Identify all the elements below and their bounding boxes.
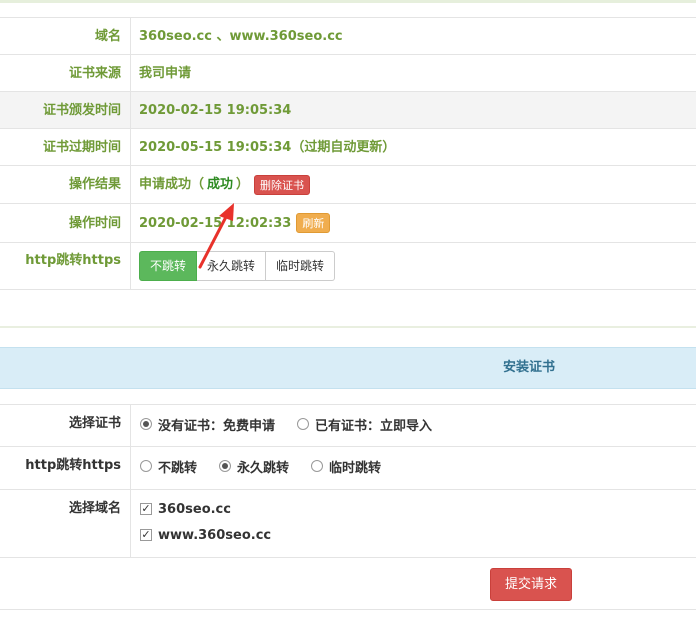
install-redirect-label: http跳转https <box>0 447 131 489</box>
source-row: 证书来源 我司申请 <box>0 55 696 92</box>
optime-text: 2020-02-15 12:02:33 <box>139 215 292 231</box>
result-suffix: ） <box>236 176 250 192</box>
install-redirect-row: http跳转https 不跳转 永久跳转 临时跳转 <box>0 447 696 490</box>
optime-value: 2020-02-15 12:02:33 刷新 <box>131 204 696 242</box>
redirect-label: http跳转https <box>0 243 131 289</box>
expire-label: 证书过期时间 <box>0 129 131 165</box>
result-row: 操作结果 申请成功（ 成功） 删除证书 <box>0 166 696 204</box>
expire-value: 2020-05-15 19:05:34（过期自动更新） <box>139 139 396 155</box>
source-label: 证书来源 <box>0 55 131 91</box>
optime-row: 操作时间 2020-02-15 12:02:33 刷新 <box>0 204 696 243</box>
domain-row: 域名 360seo.cc 、www.360seo.cc <box>0 18 696 55</box>
issued-value: 2020-02-15 19:05:34 <box>139 102 292 118</box>
free-apply-label: 没有证书：免费申请 <box>158 418 276 434</box>
permanent-redirect-button[interactable]: 永久跳转 <box>197 251 267 281</box>
install-redirect-options: 不跳转 永久跳转 临时跳转 <box>131 447 696 489</box>
status-badge: 成功 <box>207 176 234 192</box>
delete-certificate-button[interactable]: 删除证书 <box>254 174 311 195</box>
domain-checkbox-item[interactable]: ✓ 360seo.cc <box>140 496 696 522</box>
submit-request-button[interactable]: 提交请求 <box>490 568 572 601</box>
cert-choice-options: 没有证书：免费申请 已有证书：立即导入 <box>131 405 696 446</box>
domain-select-row: 选择域名 ✓ 360seo.cc ✓ www.360seo.cc <box>0 490 696 558</box>
source-value: 我司申请 <box>139 65 192 81</box>
issued-label: 证书颁发时间 <box>0 92 131 128</box>
expire-row: 证书过期时间 2020-05-15 19:05:34（过期自动更新） <box>0 129 696 166</box>
domain-checkbox-label: www.360seo.cc <box>158 527 272 543</box>
radio-unchecked-icon[interactable] <box>311 460 324 472</box>
top-divider <box>0 0 696 3</box>
optime-label: 操作时间 <box>0 204 131 242</box>
redirect-row: http跳转https 不跳转 永久跳转 临时跳转 <box>0 243 696 290</box>
no-redirect-button[interactable]: 不跳转 <box>139 251 198 281</box>
cert-choice-label: 选择证书 <box>0 405 131 446</box>
domain-select-label: 选择域名 <box>0 490 131 557</box>
submit-row: 提交请求 <box>0 559 696 610</box>
temporary-redirect-label: 临时跳转 <box>329 460 382 476</box>
no-redirect-label: 不跳转 <box>158 460 198 476</box>
install-panel-header: 安装证书 <box>0 347 696 389</box>
result-prefix: 申请成功（ <box>139 176 205 192</box>
checkbox-checked-icon[interactable]: ✓ <box>140 503 152 515</box>
permanent-redirect-label: 永久跳转 <box>237 460 290 476</box>
radio-unchecked-icon[interactable] <box>140 460 152 472</box>
cert-choice-row: 选择证书 没有证书：免费申请 已有证书：立即导入 <box>0 405 696 447</box>
domain-checkbox-label: 360seo.cc <box>158 501 231 517</box>
permanent-redirect-radio[interactable]: 永久跳转 <box>219 457 289 476</box>
domain-value: 360seo.cc 、www.360seo.cc <box>139 28 343 44</box>
certificate-info-table: 域名 360seo.cc 、www.360seo.cc 证书来源 我司申请 证书… <box>0 17 696 290</box>
import-cert-radio[interactable]: 已有证书：立即导入 <box>297 415 432 434</box>
import-cert-label: 已有证书：立即导入 <box>315 418 433 434</box>
radio-unchecked-icon[interactable] <box>297 418 310 430</box>
result-label: 操作结果 <box>0 166 131 203</box>
temporary-redirect-radio[interactable]: 临时跳转 <box>311 457 381 476</box>
domain-checkbox-item[interactable]: ✓ www.360seo.cc <box>140 522 696 548</box>
domain-label: 域名 <box>0 18 131 54</box>
section-divider <box>0 326 696 328</box>
no-redirect-radio[interactable]: 不跳转 <box>140 457 197 476</box>
install-panel-title: 安装证书 <box>503 360 556 375</box>
checkbox-checked-icon[interactable]: ✓ <box>140 529 152 541</box>
install-form: 选择证书 没有证书：免费申请 已有证书：立即导入 http跳转https 不跳转 <box>0 404 696 558</box>
free-apply-radio[interactable]: 没有证书：免费申请 <box>140 415 275 434</box>
result-value: 申请成功（ 成功） 删除证书 <box>131 166 696 203</box>
radio-checked-icon[interactable] <box>140 418 152 430</box>
radio-checked-icon[interactable] <box>219 460 232 472</box>
refresh-button[interactable]: 刷新 <box>296 213 331 233</box>
redirect-button-group: 不跳转 永久跳转 临时跳转 <box>139 251 336 281</box>
redirect-value: 不跳转 永久跳转 临时跳转 <box>131 243 696 289</box>
domain-checkbox-list: ✓ 360seo.cc ✓ www.360seo.cc <box>131 490 696 557</box>
issued-row: 证书颁发时间 2020-02-15 19:05:34 <box>0 92 696 129</box>
temporary-redirect-button[interactable]: 临时跳转 <box>266 251 336 281</box>
